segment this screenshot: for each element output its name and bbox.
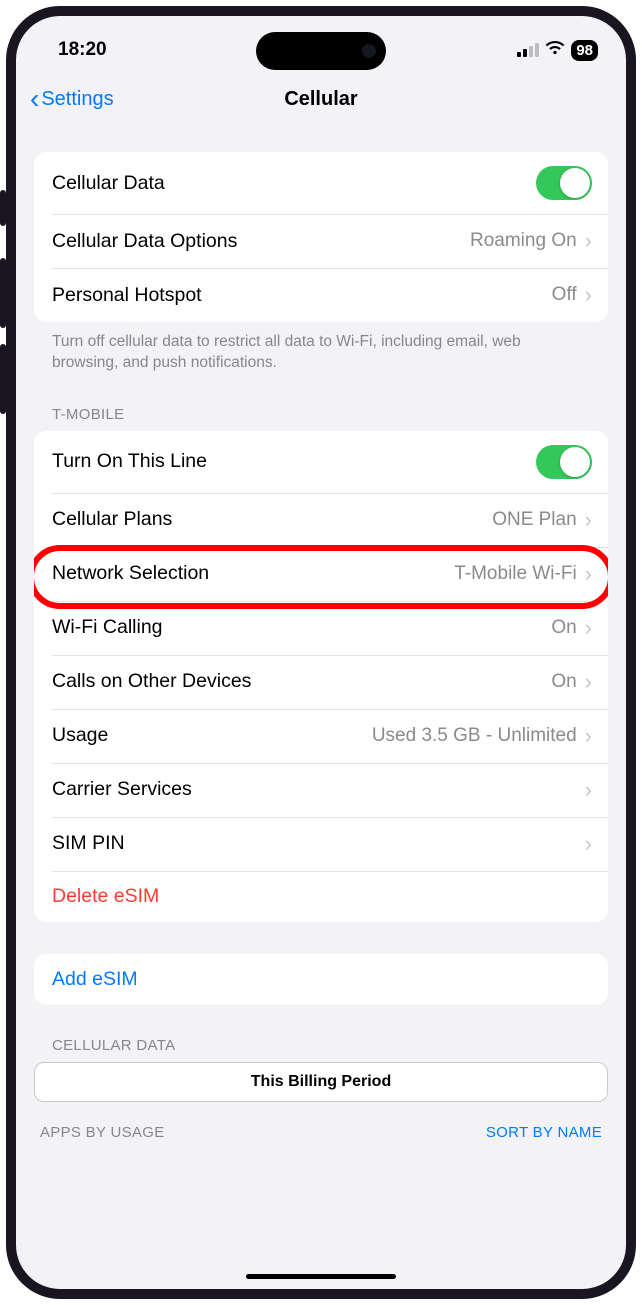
home-indicator[interactable]: [246, 1274, 396, 1279]
label: Wi-Fi Calling: [52, 616, 163, 639]
chevron-right-icon: ›: [585, 561, 592, 587]
group-add-esim: Add eSIM: [34, 954, 608, 1005]
toggle-turn-on-line[interactable]: [536, 445, 592, 479]
row-personal-hotspot[interactable]: Personal Hotspot Off ›: [34, 268, 608, 322]
row-sim-pin[interactable]: SIM PIN ›: [34, 817, 608, 871]
segmented-control-period[interactable]: This Billing Period: [34, 1062, 608, 1102]
chevron-right-icon: ›: [585, 669, 592, 695]
row-calls-other-devices[interactable]: Calls on Other Devices On ›: [34, 655, 608, 709]
label: Usage: [52, 724, 108, 747]
chevron-right-icon: ›: [585, 507, 592, 533]
value: On: [551, 671, 576, 693]
chevron-right-icon: ›: [585, 777, 592, 803]
chevron-right-icon: ›: [585, 228, 592, 254]
row-carrier-services[interactable]: Carrier Services ›: [34, 763, 608, 817]
value: T-Mobile Wi-Fi: [454, 563, 576, 585]
dynamic-island: [256, 32, 386, 70]
row-add-esim[interactable]: Add eSIM: [34, 954, 608, 1005]
chevron-right-icon: ›: [585, 282, 592, 308]
label: Add eSIM: [52, 968, 138, 991]
apps-sort-row: APPS BY USAGE SORT BY NAME: [34, 1102, 608, 1141]
label: Network Selection: [52, 562, 209, 585]
row-cellular-plans[interactable]: Cellular Plans ONE Plan ›: [34, 493, 608, 547]
label: Turn On This Line: [52, 450, 207, 473]
group-carrier: Turn On This Line Cellular Plans ONE Pla…: [34, 431, 608, 922]
cellular-signal-icon: [517, 43, 539, 57]
apps-by-usage-label: APPS BY USAGE: [40, 1124, 165, 1141]
row-wifi-calling[interactable]: Wi-Fi Calling On ›: [34, 601, 608, 655]
chevron-right-icon: ›: [585, 831, 592, 857]
screen: 18:20 98 ‹ Settings Cellular: [16, 16, 626, 1289]
label: Calls on Other Devices: [52, 670, 251, 693]
row-usage[interactable]: Usage Used 3.5 GB - Unlimited ›: [34, 709, 608, 763]
wifi-icon: [545, 39, 565, 61]
nav-bar: ‹ Settings Cellular: [16, 74, 626, 124]
label: SIM PIN: [52, 832, 125, 855]
row-turn-on-line[interactable]: Turn On This Line: [34, 431, 608, 493]
segment-label: This Billing Period: [251, 1073, 391, 1090]
label: Delete eSIM: [52, 885, 159, 908]
sort-by-name-button[interactable]: SORT BY NAME: [486, 1124, 602, 1141]
value: On: [551, 617, 576, 639]
phone-frame: 18:20 98 ‹ Settings Cellular: [6, 6, 636, 1299]
group-cellular: Cellular Data Cellular Data Options Roam…: [34, 152, 608, 322]
label: Cellular Plans: [52, 508, 172, 531]
chevron-right-icon: ›: [585, 723, 592, 749]
row-network-selection[interactable]: Network Selection T-Mobile Wi-Fi ›: [34, 547, 608, 601]
back-button[interactable]: ‹ Settings: [30, 85, 114, 113]
toggle-cellular-data[interactable]: [536, 166, 592, 200]
row-delete-esim[interactable]: Delete eSIM: [34, 871, 608, 922]
row-cellular-data[interactable]: Cellular Data: [34, 152, 608, 214]
label: Personal Hotspot: [52, 284, 202, 307]
status-time: 18:20: [58, 39, 107, 61]
value: Off: [552, 284, 577, 306]
section-header-carrier: T-MOBILE: [34, 374, 608, 427]
row-cellular-data-options[interactable]: Cellular Data Options Roaming On ›: [34, 214, 608, 268]
label: Cellular Data: [52, 172, 165, 195]
label: Cellular Data Options: [52, 230, 237, 253]
value: ONE Plan: [492, 509, 576, 531]
section-header-data: CELLULAR DATA: [34, 1005, 608, 1058]
chevron-right-icon: ›: [585, 615, 592, 641]
back-label: Settings: [41, 88, 113, 111]
value: Roaming On: [470, 230, 577, 252]
battery-indicator: 98: [571, 40, 598, 61]
label: Carrier Services: [52, 778, 192, 801]
value: Used 3.5 GB - Unlimited: [372, 725, 577, 747]
group-footer: Turn off cellular data to restrict all d…: [34, 322, 608, 374]
chevron-left-icon: ‹: [30, 85, 39, 113]
page-title: Cellular: [284, 88, 357, 111]
